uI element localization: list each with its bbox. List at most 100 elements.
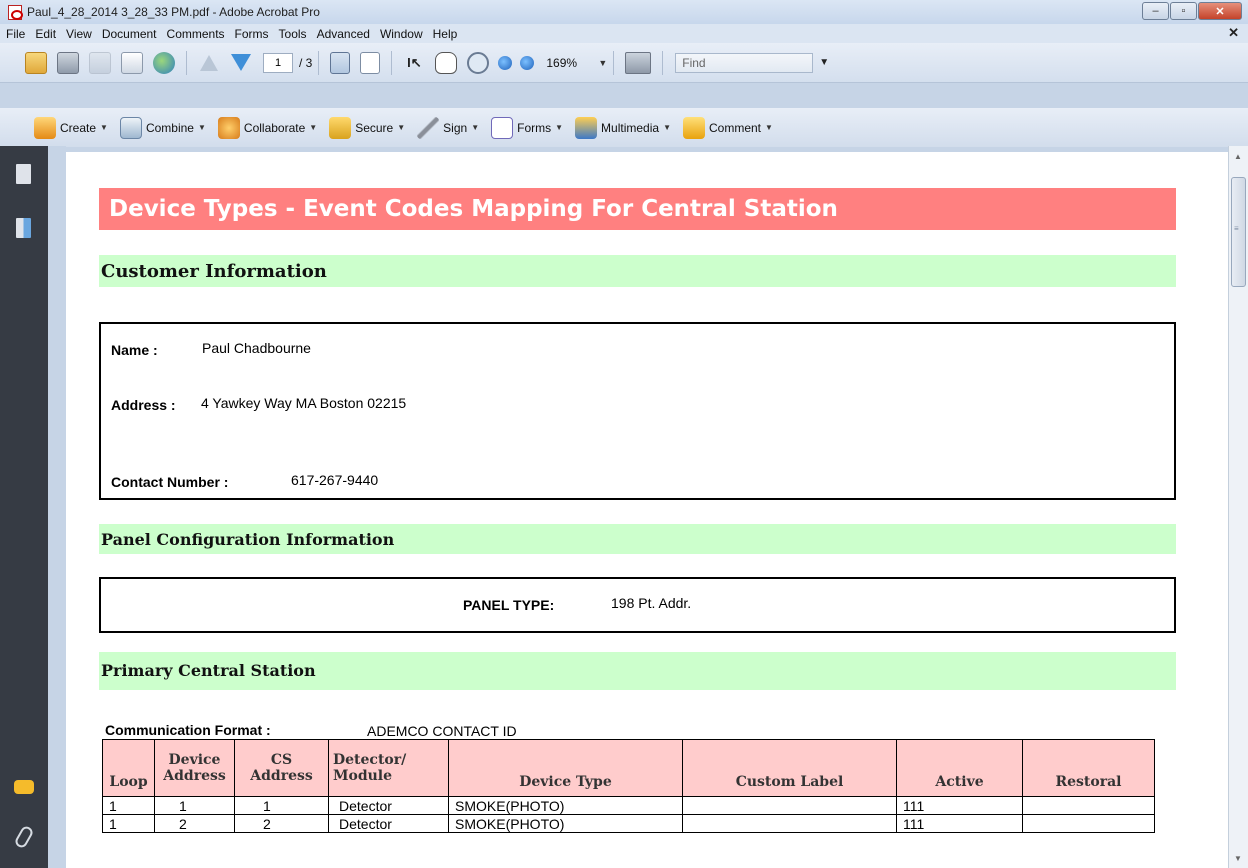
title-bar: Paul_4_28_2014 3_28_33 PM.pdf - Adobe Ac…	[0, 0, 1248, 24]
scroll-up-icon[interactable]: ▲	[1234, 152, 1242, 161]
table-cell: 2	[234, 814, 329, 833]
toolbar-separator	[318, 50, 320, 75]
form-icon	[491, 116, 514, 139]
column-header: Loop	[102, 739, 155, 797]
save-icon[interactable]	[89, 51, 111, 74]
table-row: 1 1 1 Detector SMOKE(PHOTO) 111	[102, 796, 1155, 815]
menu-document[interactable]: Document	[97, 27, 162, 41]
collaborate-icon	[217, 116, 240, 139]
chevron-down-icon[interactable]: ▼	[819, 57, 829, 68]
find-input[interactable]: Find	[675, 52, 814, 73]
select-tool-icon[interactable]: I↖	[403, 52, 425, 74]
snapshot-camera-icon[interactable]	[625, 51, 652, 74]
customer-info-box: Name : Paul Chadbourne Address : 4 Yawke…	[99, 322, 1176, 500]
minimize-button[interactable]: –	[1142, 2, 1169, 20]
communication-format: ADEMCO CONTACT ID	[367, 723, 517, 739]
close-document-icon[interactable]: ✕	[1228, 25, 1239, 41]
hand-tool-icon[interactable]	[435, 51, 458, 74]
combine-label: Combine	[145, 120, 194, 135]
main-toolbar: 1 / 3 I↖ 169% ▼ Find ▼	[0, 43, 1248, 83]
collaborate-button[interactable]: Collaborate ▼	[217, 116, 318, 139]
table-cell: 111	[896, 796, 1023, 815]
table-cell	[682, 814, 897, 833]
multimedia-label: Multimedia	[601, 120, 660, 135]
close-button[interactable]: ✕	[1198, 2, 1242, 20]
marquee-zoom-icon[interactable]	[467, 51, 490, 74]
menu-view[interactable]: View	[61, 27, 97, 41]
chevron-down-icon: ▼	[555, 123, 564, 132]
sign-button[interactable]: Sign ▼	[417, 116, 480, 139]
device-table: Loop Device Address CS Address Detector/…	[102, 739, 1155, 833]
page-number-input[interactable]: 1	[263, 52, 293, 73]
contact-label: Contact Number :	[111, 474, 229, 490]
forms-button[interactable]: Forms ▼	[491, 116, 564, 139]
menu-comments[interactable]: Comments	[162, 27, 230, 41]
previous-page-icon[interactable]	[200, 54, 218, 71]
menu-advanced[interactable]: Advanced	[312, 27, 375, 41]
zoom-out-icon[interactable]	[498, 55, 513, 70]
menu-tools[interactable]: Tools	[274, 27, 312, 41]
customer-address: 4 Yawkey Way MA Boston 02215	[201, 395, 407, 411]
title-band: Device Types - Event Codes Mapping For C…	[99, 188, 1176, 230]
column-header: CS Address	[234, 739, 329, 797]
create-label: Create	[60, 120, 97, 135]
chevron-down-icon: ▼	[471, 123, 480, 132]
chevron-down-icon[interactable]: ▼	[598, 58, 607, 68]
secure-label: Secure	[355, 120, 394, 135]
chevron-down-icon: ▼	[397, 123, 406, 132]
table-cell	[1022, 814, 1155, 833]
combine-icon	[119, 116, 142, 139]
menu-edit[interactable]: Edit	[30, 27, 61, 41]
next-page-icon[interactable]	[231, 54, 251, 71]
multimedia-icon	[575, 116, 598, 139]
table-cell: Detector	[328, 814, 449, 833]
lock-icon	[329, 116, 352, 139]
vertical-scrollbar[interactable]: ▲ ≡ ▼	[1228, 146, 1248, 868]
bookmarks-icon[interactable]	[16, 218, 31, 238]
table-cell: 111	[896, 814, 1023, 833]
menu-forms[interactable]: Forms	[230, 27, 274, 41]
table-cell: SMOKE(PHOTO)	[448, 796, 683, 815]
comment-label: Comment	[708, 120, 761, 135]
column-header: Custom Label	[682, 739, 897, 797]
toolbar-separator	[186, 50, 187, 75]
paperclip-icon[interactable]	[13, 824, 35, 850]
zoom-in-icon[interactable]	[520, 55, 535, 70]
table-cell: 2	[154, 814, 235, 833]
create-button[interactable]: Create ▼	[34, 116, 108, 139]
menu-window[interactable]: Window	[375, 27, 428, 41]
open-folder-icon[interactable]	[25, 51, 47, 74]
zoom-level-field[interactable]: 169%	[542, 53, 596, 73]
email-icon[interactable]	[121, 51, 143, 74]
panel-info-box: PANEL TYPE: 198 Pt. Addr.	[99, 577, 1176, 633]
secure-button[interactable]: Secure ▼	[329, 116, 406, 139]
comment-button[interactable]: Comment ▼	[682, 116, 773, 139]
scroll-grip-icon: ≡	[1234, 224, 1239, 233]
panel-section-band: Panel Configuration Information	[99, 524, 1176, 554]
chevron-down-icon: ▼	[309, 123, 318, 132]
page-thumbnails-icon[interactable]	[16, 164, 31, 184]
table-cell	[1022, 796, 1155, 815]
fit-width-icon[interactable]	[360, 51, 381, 74]
toolbar-separator	[391, 50, 393, 75]
print-icon[interactable]	[57, 51, 79, 74]
globe-icon[interactable]	[153, 51, 175, 74]
multimedia-button[interactable]: Multimedia ▼	[575, 116, 671, 139]
scroll-down-icon[interactable]: ▼	[1234, 854, 1242, 863]
panel-type-label: PANEL TYPE:	[463, 597, 555, 613]
maximize-button[interactable]: ▫	[1170, 2, 1197, 20]
menu-file[interactable]: File	[0, 27, 30, 41]
create-icon	[34, 116, 56, 139]
pdf-icon	[8, 4, 23, 20]
panel-type: 198 Pt. Addr.	[611, 595, 692, 611]
communication-format-label: Communication Format :	[105, 722, 271, 738]
comments-icon[interactable]	[14, 780, 34, 794]
combine-button[interactable]: Combine ▼	[119, 116, 206, 139]
fit-page-icon[interactable]	[330, 51, 351, 74]
navigation-pane	[0, 146, 48, 868]
page-total: / 3	[299, 55, 313, 70]
primary-heading: Primary Central Station	[101, 661, 316, 680]
menu-help[interactable]: Help	[428, 27, 463, 41]
forms-label: Forms	[517, 120, 552, 135]
menu-bar: File Edit View Document Comments Forms T…	[0, 24, 1248, 43]
